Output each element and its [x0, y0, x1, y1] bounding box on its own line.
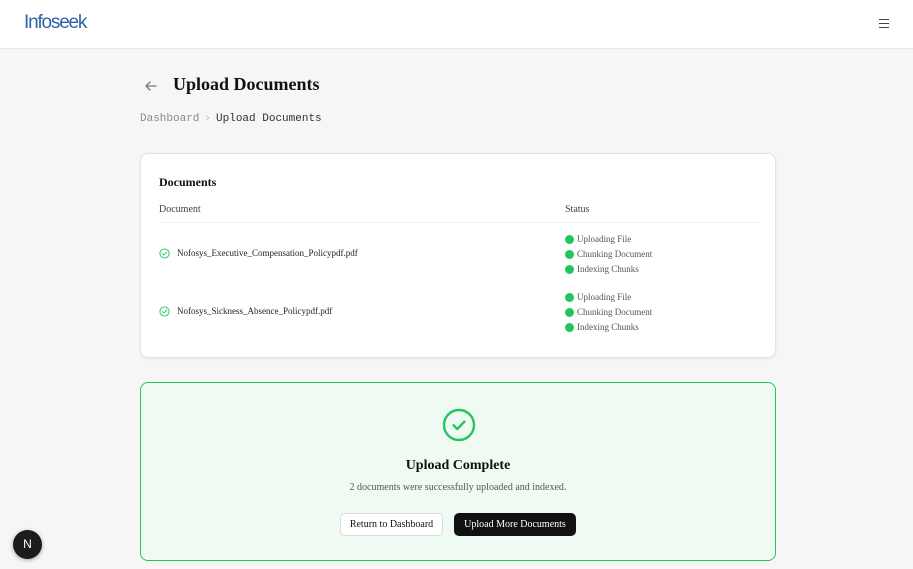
document-name: Nofosys_Executive_Compensation_Policypdf… [177, 248, 358, 258]
status-item: Uploading File [565, 290, 652, 305]
status-label: Chunking Document [577, 307, 653, 317]
top-bar: Infoseek [0, 0, 913, 49]
column-header-document: Document [159, 204, 201, 215]
column-header-status: Status [565, 204, 590, 215]
status-dot-icon [565, 235, 574, 244]
status-item: Uploading File [565, 232, 652, 247]
circle-check-icon [159, 306, 170, 317]
status-item: Chunking Document [565, 305, 652, 320]
status-label: Indexing Chunks [577, 322, 639, 332]
upload-complete-message: 2 documents were successfully uploaded a… [349, 482, 567, 493]
status-dot-icon [565, 265, 574, 274]
documents-card-title: Documents [159, 175, 217, 189]
upload-complete-title: Upload Complete [405, 458, 511, 473]
circle-check-icon [159, 248, 170, 259]
breadcrumb-current: Upload Documents [216, 113, 322, 125]
status-dot-icon [565, 323, 574, 332]
status-label: Uploading File [577, 292, 632, 302]
document-name: Nofosys_Sickness_Absence_Policypdf.pdf [177, 306, 333, 316]
status-list: Uploading File Chunking Document Indexin… [565, 232, 652, 277]
documents-card: Documents Document Status Nofosys_Execut… [140, 153, 776, 358]
status-item: Indexing Chunks [565, 262, 652, 277]
breadcrumb: Dashboard › Upload Documents [140, 113, 322, 125]
upload-more-documents-button[interactable]: Upload More Documents [454, 513, 576, 536]
status-dot-icon [565, 293, 574, 302]
status-dot-icon [565, 308, 574, 317]
document-row: Nofosys_Sickness_Absence_Policypdf.pdf U… [159, 290, 759, 340]
page-title: Upload Documents [173, 74, 320, 94]
dev-tools-badge[interactable]: N [13, 530, 42, 559]
status-item: Chunking Document [565, 247, 652, 262]
upload-complete-card: Upload Complete 2 documents were success… [140, 382, 776, 561]
status-dot-icon [565, 250, 574, 259]
status-label: Uploading File [577, 234, 632, 244]
status-label: Chunking Document [577, 249, 653, 259]
breadcrumb-dashboard-link[interactable]: Dashboard [140, 113, 199, 125]
chevron-right-icon: › [204, 113, 212, 125]
table-divider [159, 222, 759, 223]
status-label: Indexing Chunks [577, 264, 639, 274]
document-row: Nofosys_Executive_Compensation_Policypdf… [159, 232, 759, 282]
status-list: Uploading File Chunking Document Indexin… [565, 290, 652, 335]
status-item: Indexing Chunks [565, 320, 652, 335]
arrow-left-icon[interactable] [141, 76, 161, 96]
return-to-dashboard-button[interactable]: Return to Dashboard [340, 513, 443, 536]
app-logo[interactable]: Infoseek [24, 12, 87, 34]
success-check-icon [442, 408, 476, 442]
hamburger-menu-icon[interactable] [877, 16, 891, 30]
